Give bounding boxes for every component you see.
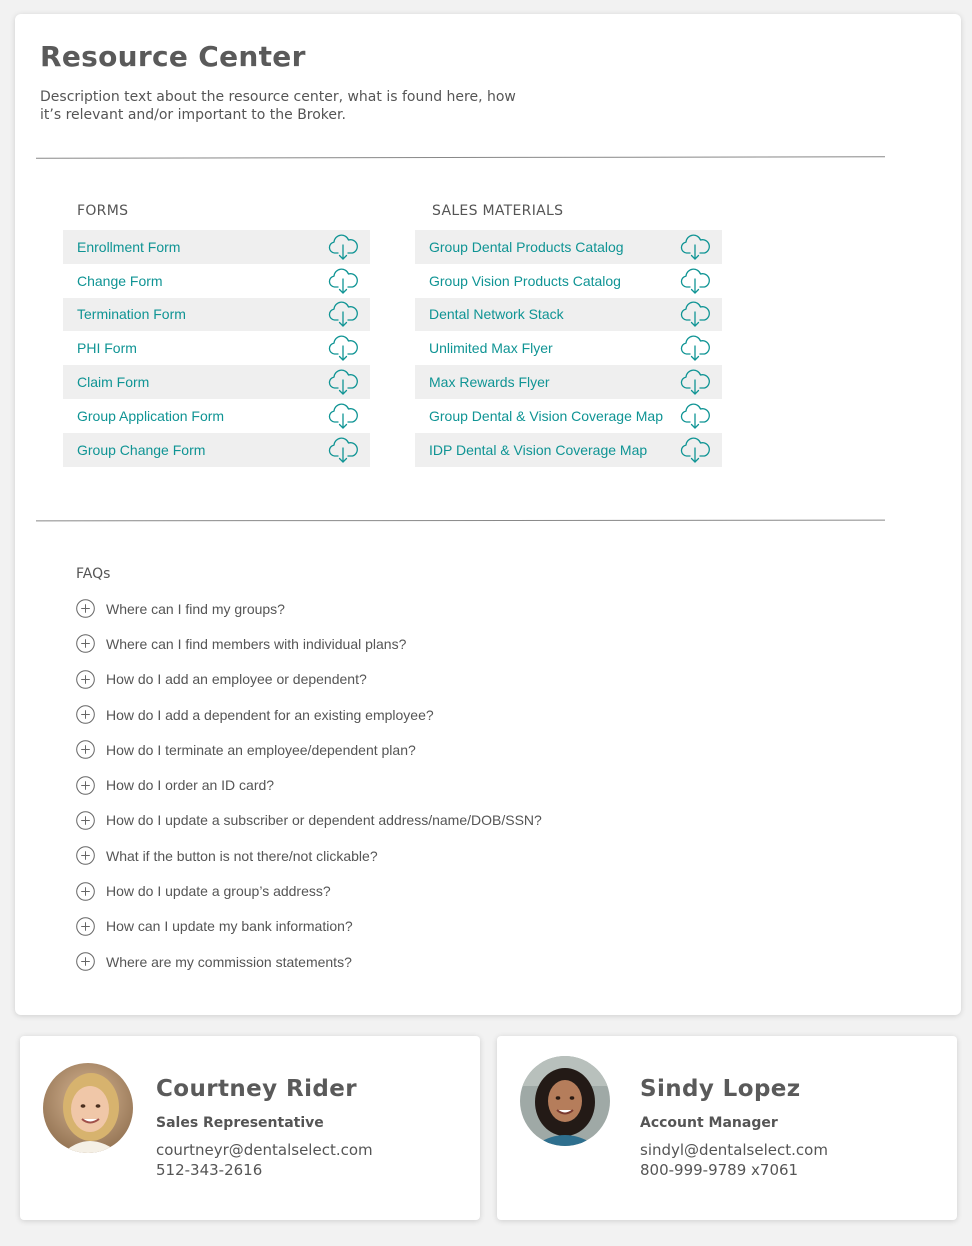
cloud-download-icon[interactable] (678, 435, 712, 465)
plus-circle-icon[interactable] (76, 599, 95, 618)
faq-question[interactable]: Where can I find my groups? (106, 601, 285, 617)
cloud-download-icon[interactable] (678, 299, 712, 329)
faq-question[interactable]: How can I update my bank information? (106, 918, 353, 934)
faq-item[interactable]: How can I update my bank information? (76, 909, 542, 944)
sales-material-row[interactable]: Max Rewards Flyer (415, 365, 722, 399)
cloud-download-icon[interactable] (326, 435, 360, 465)
sales-materials-list: Group Dental Products Catalog Group Visio… (415, 230, 722, 467)
plus-circle-icon[interactable] (76, 881, 95, 901)
cloud-download-icon[interactable] (326, 401, 360, 431)
avatar (520, 1056, 610, 1146)
faq-item[interactable]: How do I update a subscriber or dependen… (76, 803, 542, 838)
contact-role: Sales Representative (156, 1115, 324, 1131)
faq-list: Where can I find my groups? Where can I f… (76, 591, 542, 979)
forms-list: Enrollment Form Change Form Termination Fo… (63, 230, 370, 467)
plus-circle-icon[interactable] (76, 775, 95, 795)
faq-question[interactable]: How do I add a dependent for an existing… (106, 707, 434, 723)
faq-question[interactable]: Where can I find members with individual… (106, 636, 406, 652)
form-link[interactable]: Change Form (77, 273, 163, 289)
contact-card-sales-rep: Courtney Rider Sales Representative cour… (20, 1036, 480, 1220)
plus-circle-icon[interactable] (76, 634, 95, 654)
faq-item[interactable]: Where can I find members with individual… (76, 626, 542, 661)
cloud-download-icon[interactable] (326, 232, 360, 262)
sales-material-link[interactable]: Group Dental Products Catalog (429, 239, 624, 255)
faq-question[interactable]: How do I add an employee or dependent? (106, 671, 367, 687)
faq-question[interactable]: What if the button is not there/not clic… (106, 848, 378, 864)
cloud-download-icon[interactable] (326, 299, 360, 329)
form-link[interactable]: PHI Form (77, 340, 137, 356)
cloud-download-icon[interactable] (678, 401, 712, 431)
faq-item[interactable]: How do I terminate an employee/dependent… (76, 732, 542, 767)
faq-question[interactable]: How do I update a group’s address? (106, 883, 331, 899)
contact-email[interactable]: courtneyr@dentalselect.com (156, 1141, 373, 1159)
cloud-download-icon[interactable] (326, 333, 360, 363)
resource-center-card: Resource Center Description text about t… (15, 14, 961, 1015)
form-link[interactable]: Enrollment Form (77, 239, 180, 255)
form-link[interactable]: Claim Form (77, 374, 149, 390)
plus-circle-icon[interactable] (76, 811, 95, 830)
form-row[interactable]: Group Application Form (63, 399, 370, 433)
sales-material-row[interactable]: Dental Network Stack (415, 297, 722, 332)
faq-question[interactable]: How do I update a subscriber or dependen… (106, 812, 542, 828)
form-link[interactable]: Group Application Form (77, 408, 224, 424)
form-link[interactable]: Termination Form (77, 306, 186, 322)
faq-question[interactable]: How do I terminate an employee/dependent… (106, 742, 416, 758)
sales-material-link[interactable]: IDP Dental & Vision Coverage Map (429, 442, 647, 458)
plus-circle-icon[interactable] (76, 669, 95, 689)
contact-phone[interactable]: 800-999-9789 x7061 (640, 1161, 798, 1179)
faq-item[interactable]: How do I add an employee or dependent? (76, 662, 542, 697)
plus-circle-icon[interactable] (76, 705, 95, 724)
sales-material-row[interactable]: Group Dental & Vision Coverage Map (415, 399, 722, 433)
contact-phone[interactable]: 512-343-2616 (156, 1161, 262, 1179)
contact-role: Account Manager (640, 1115, 778, 1131)
cloud-download-icon[interactable] (678, 232, 712, 262)
sales-material-link[interactable]: Max Rewards Flyer (429, 374, 550, 390)
sales-material-row[interactable]: Group Vision Products Catalog (415, 264, 722, 298)
plus-circle-icon[interactable] (76, 917, 95, 936)
form-row[interactable]: Change Form (63, 264, 370, 298)
faq-item[interactable]: How do I add a dependent for an existing… (76, 697, 542, 732)
sales-materials-heading: SALES MATERIALS (432, 203, 564, 219)
contact-email[interactable]: sindyl@dentalselect.com (640, 1141, 828, 1159)
faq-item[interactable]: Where can I find my groups? (76, 591, 542, 626)
avatar (43, 1063, 133, 1153)
form-row[interactable]: PHI Form (63, 331, 370, 365)
contact-name: Sindy Lopez (640, 1076, 801, 1102)
cloud-download-icon[interactable] (678, 266, 712, 296)
sales-material-link[interactable]: Unlimited Max Flyer (429, 340, 553, 356)
sales-material-link[interactable]: Group Dental & Vision Coverage Map (429, 408, 663, 424)
faq-heading: FAQs (76, 566, 111, 582)
divider (35, 519, 886, 522)
faq-item[interactable]: What if the button is not there/not clic… (76, 838, 542, 873)
cloud-download-icon[interactable] (678, 367, 712, 397)
sales-material-row[interactable]: Unlimited Max Flyer (415, 331, 722, 365)
sales-material-row[interactable]: IDP Dental & Vision Coverage Map (415, 432, 722, 467)
form-row[interactable]: Termination Form (63, 297, 370, 332)
cloud-download-icon[interactable] (326, 367, 360, 397)
sales-material-link[interactable]: Group Vision Products Catalog (429, 273, 621, 289)
cloud-download-icon[interactable] (326, 266, 360, 296)
faq-item[interactable]: How do I update a group’s address? (76, 873, 542, 908)
form-row[interactable]: Enrollment Form (63, 230, 370, 264)
plus-circle-icon[interactable] (76, 846, 95, 866)
contact-name: Courtney Rider (156, 1076, 357, 1102)
cloud-download-icon[interactable] (678, 333, 712, 363)
sales-material-link[interactable]: Dental Network Stack (429, 306, 564, 322)
form-link[interactable]: Group Change Form (77, 442, 205, 458)
faq-question[interactable]: How do I order an ID card? (106, 777, 274, 793)
contact-card-account-manager: Sindy Lopez Account Manager sindyl@denta… (497, 1036, 957, 1220)
faq-item[interactable]: Where are my commission statements? (76, 944, 542, 979)
plus-circle-icon[interactable] (76, 952, 95, 971)
plus-circle-icon[interactable] (76, 740, 95, 760)
forms-heading: FORMS (77, 203, 129, 219)
faq-item[interactable]: How do I order an ID card? (76, 767, 542, 802)
form-row[interactable]: Claim Form (63, 365, 370, 399)
faq-question[interactable]: Where are my commission statements? (106, 954, 352, 970)
page-title: Resource Center (40, 40, 306, 73)
form-row[interactable]: Group Change Form (63, 432, 370, 467)
page-description: Description text about the resource cent… (40, 89, 516, 123)
sales-material-row[interactable]: Group Dental Products Catalog (415, 230, 722, 264)
divider (35, 156, 886, 159)
